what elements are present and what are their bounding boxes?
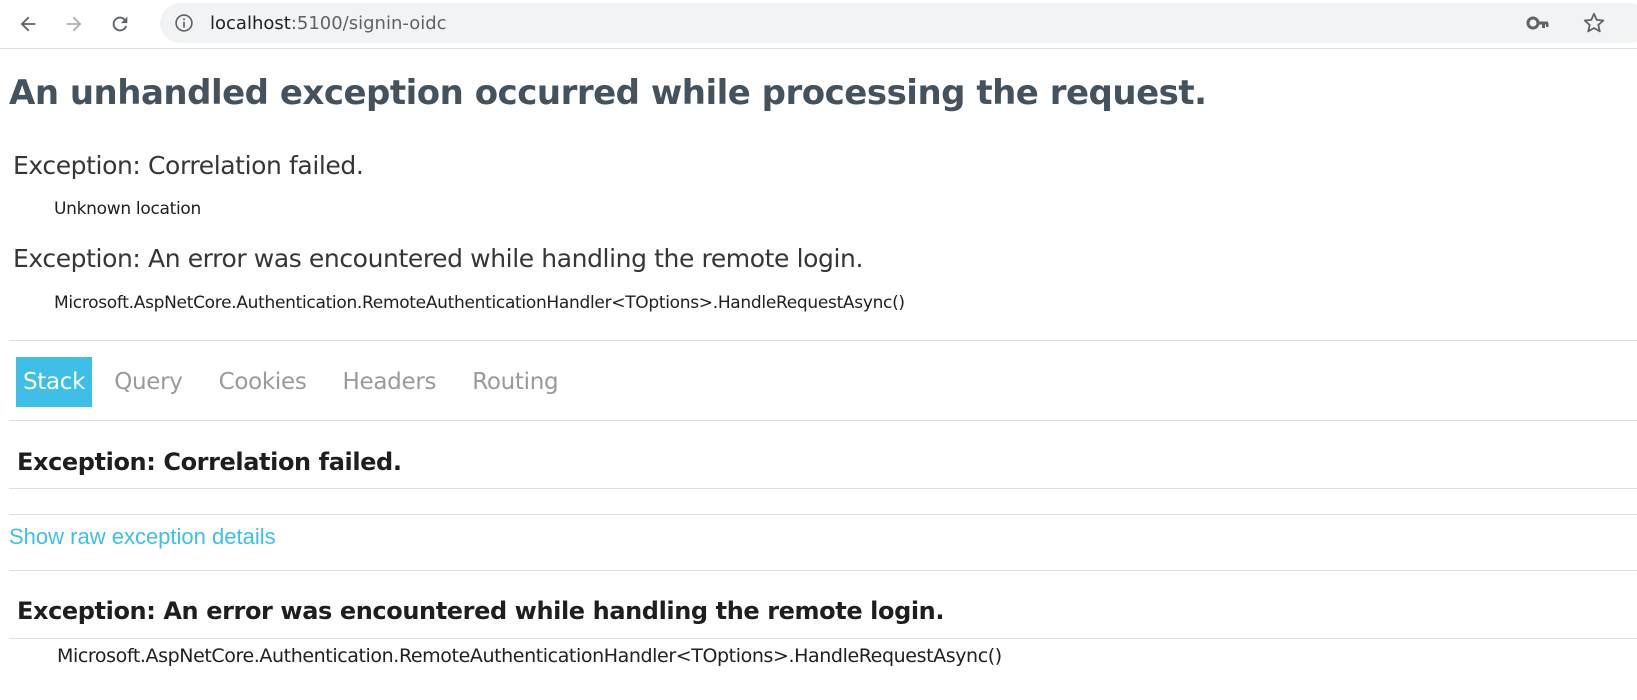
divider (9, 514, 1637, 515)
tab-stack[interactable]: Stack (16, 357, 93, 407)
divider (9, 638, 1637, 639)
divider (9, 340, 1637, 341)
url-host: localhost (210, 13, 291, 34)
stack-frame[interactable]: Microsoft.AspNetCore.Authentication.Remo… (57, 645, 1002, 667)
address-bar[interactable]: localhost:5100/signin-oidc (160, 3, 1637, 43)
forward-arrow-icon (66, 16, 82, 32)
key-icon[interactable] (1526, 13, 1550, 33)
reload-button[interactable] (104, 8, 136, 40)
tab-bar: Stack Query Cookies Headers Routing (16, 357, 576, 407)
tab-routing[interactable]: Routing (454, 357, 576, 407)
exception-title: Exception: Correlation failed. (13, 151, 364, 180)
back-arrow-icon (20, 16, 36, 32)
divider (9, 420, 1637, 421)
tab-headers[interactable]: Headers (325, 357, 455, 407)
forward-button[interactable] (58, 8, 90, 40)
tab-query[interactable]: Query (96, 357, 200, 407)
exception-location: Unknown location (54, 199, 201, 219)
stack-section-title: Exception: An error was encountered whil… (17, 597, 945, 625)
info-icon[interactable] (174, 13, 194, 33)
back-button[interactable] (12, 8, 44, 40)
star-icon[interactable] (1582, 11, 1606, 35)
exception-location: Microsoft.AspNetCore.Authentication.Remo… (54, 293, 905, 313)
url-path: :5100/signin-oidc (290, 13, 447, 34)
tab-cookies[interactable]: Cookies (201, 357, 325, 407)
exception-title: Exception: An error was encountered whil… (13, 244, 864, 273)
stack-section-title: Exception: Correlation failed. (17, 448, 402, 476)
page-title: An unhandled exception occurred while pr… (9, 73, 1207, 113)
browser-toolbar: localhost:5100/signin-oidc (0, 0, 1637, 49)
divider (9, 488, 1637, 489)
divider (9, 570, 1637, 571)
show-raw-exception-link[interactable]: Show raw exception details (9, 524, 276, 550)
reload-icon (112, 16, 128, 32)
url-text[interactable]: localhost:5100/signin-oidc (210, 13, 447, 34)
